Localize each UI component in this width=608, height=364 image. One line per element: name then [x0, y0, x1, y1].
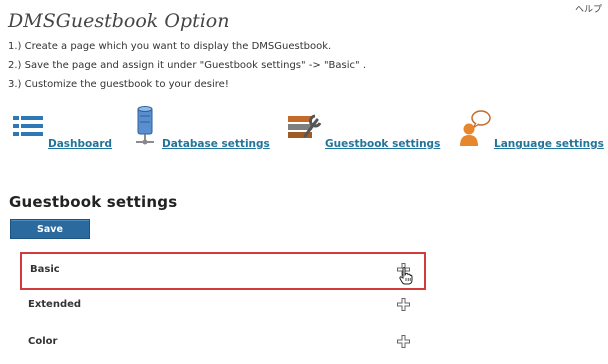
instruction-step: 3.) Customize the guestbook to your desi…	[8, 79, 229, 90]
nav-link-guestbook-settings[interactable]: Guestbook settings	[325, 138, 440, 150]
tools-icon	[288, 114, 322, 138]
nav-item-guestbook[interactable]: Guestbook settings	[287, 106, 442, 156]
row-label: Basic	[30, 264, 60, 275]
row-label: Color	[28, 336, 58, 347]
nav-link-dashboard[interactable]: Dashboard	[48, 138, 112, 150]
nav-link-language-settings[interactable]: Language settings	[494, 138, 604, 150]
nav-link-database-settings[interactable]: Database settings	[162, 138, 270, 150]
database-icon	[136, 106, 154, 145]
row-label: Extended	[28, 299, 82, 310]
section-title: Guestbook settings	[9, 193, 178, 211]
settings-row-color[interactable]: Color	[20, 326, 426, 364]
dashboard-list-icon	[13, 116, 43, 136]
instruction-step: 2.) Save the page and assign it under "G…	[8, 60, 366, 71]
instruction-step: 1.) Create a page which you want to disp…	[8, 41, 332, 52]
nav-item-dashboard[interactable]: Dashboard	[12, 106, 117, 156]
settings-row-extended[interactable]: Extended	[20, 289, 426, 327]
nav-item-database[interactable]: Database settings	[132, 106, 272, 156]
nav-item-language[interactable]: Language settings	[458, 106, 606, 156]
expand-plus-icon[interactable]	[397, 335, 410, 348]
page-title: DMSGuestbook Option	[8, 10, 230, 32]
hand-cursor-icon	[399, 267, 413, 285]
settings-row-basic[interactable]: Basic	[20, 252, 426, 290]
expand-plus-icon[interactable]	[397, 298, 410, 311]
save-button[interactable]: Save	[10, 219, 90, 239]
user-speech-bubble-icon	[460, 110, 491, 146]
settings-nav: Dashboard Database settings Guestbook se…	[0, 106, 608, 156]
help-link[interactable]: ヘルプ	[575, 2, 602, 15]
instructions-list: 1.) Create a page which you want to disp…	[8, 40, 366, 97]
